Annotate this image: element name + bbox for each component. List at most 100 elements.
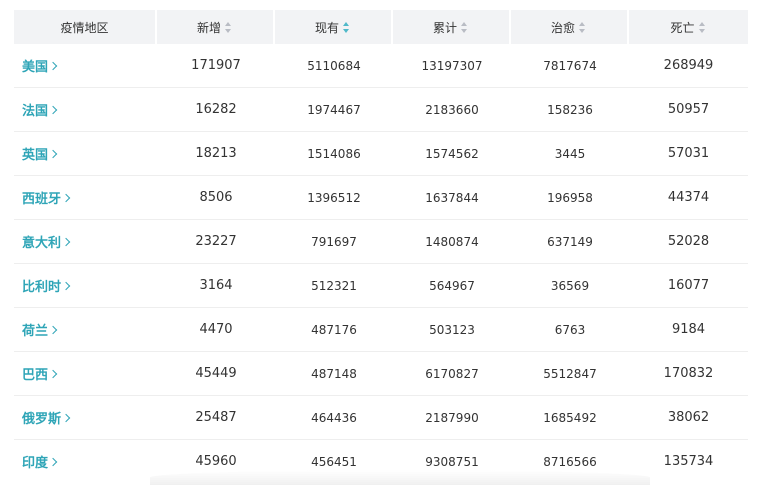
column-header-label: 疫情地区 [60,20,109,35]
column-header-0: 疫情地区 [14,10,157,44]
region-link[interactable]: 美国 [22,60,58,75]
chevron-right-icon [48,61,58,71]
cell-new: 18213 [157,132,275,176]
column-header-1[interactable]: 新增 [157,10,275,44]
cell-deaths: 170832 [629,352,748,396]
region-link[interactable]: 西班牙 [22,192,71,207]
sort-caret-icon[interactable] [343,21,351,34]
cell-total: 1480874 [393,220,511,264]
column-header-2[interactable]: 现有 [275,10,393,44]
table-row: 美国 171907 5110684 13197307 7817674 268949 [14,44,748,88]
region-link[interactable]: 意大利 [22,236,71,251]
cell-new: 45449 [157,352,275,396]
table-row: 意大利 23227 791697 1480874 637149 52028 [14,220,748,264]
region-link[interactable]: 法国 [22,104,58,119]
cell-total: 1637844 [393,176,511,220]
region-name: 意大利 [22,236,62,251]
cell-new: 25487 [157,396,275,440]
epidemic-table: 疫情地区 新增 现有 累计 治愈 死亡 美国 171907 5110684 13197307 78… [14,10,748,483]
region-name: 西班牙 [22,192,62,207]
cell-region: 法国 [14,88,157,132]
cell-cured: 637149 [511,220,629,264]
chevron-right-icon [48,325,58,335]
cell-cured: 158236 [511,88,629,132]
cell-region: 英国 [14,132,157,176]
region-name: 俄罗斯 [22,412,62,427]
column-header-4[interactable]: 治愈 [511,10,629,44]
table-header: 疫情地区 新增 现有 累计 治愈 死亡 [14,10,748,44]
cell-total: 6170827 [393,352,511,396]
cell-cured: 6763 [511,308,629,352]
region-link[interactable]: 俄罗斯 [22,412,71,427]
cell-region: 比利时 [14,264,157,308]
cell-deaths: 268949 [629,44,748,88]
cell-cured: 3445 [511,132,629,176]
epidemic-table-container: 疫情地区 新增 现有 累计 治愈 死亡 美国 171907 5110684 13197307 78… [14,10,748,483]
region-link[interactable]: 英国 [22,148,58,163]
column-header-label: 死亡 [670,20,695,35]
region-name: 美国 [22,60,49,75]
cell-current: 464436 [275,396,393,440]
column-header-label: 治愈 [550,20,575,35]
chevron-right-icon [48,369,58,379]
column-header-5[interactable]: 死亡 [629,10,748,44]
cell-current: 1514086 [275,132,393,176]
cell-region: 巴西 [14,352,157,396]
cell-total: 503123 [393,308,511,352]
cell-deaths: 135734 [663,454,714,469]
cell-deaths: 50957 [629,88,748,132]
cell-total: 2187990 [393,396,511,440]
cell-new: 16282 [157,88,275,132]
cell-current: 487148 [275,352,393,396]
region-link[interactable]: 荷兰 [22,324,58,339]
column-header-label: 新增 [196,20,221,35]
cell-cured: 7817674 [511,44,629,88]
region-link[interactable]: 比利时 [22,280,71,295]
cell-current: 791697 [275,220,393,264]
chevron-right-icon [48,457,58,467]
table-row: 荷兰 4470 487176 503123 6763 9184 [14,308,748,352]
cell-current: 512321 [275,264,393,308]
chevron-right-icon [48,149,58,159]
cell-deaths: 9184 [629,308,748,352]
table-row: 俄罗斯 25487 464436 2187990 1685492 38062 [14,396,748,440]
sort-caret-icon[interactable] [461,21,469,34]
table-row: 比利时 3164 512321 564967 36569 16077 [14,264,748,308]
region-link[interactable]: 巴西 [22,368,58,383]
cell-new: 4470 [157,308,275,352]
table-row: 印度 45960 456451 9308751 8716566 135734 [14,440,748,483]
cell-new: 45960 [195,454,237,469]
sort-caret-icon[interactable] [579,21,587,34]
chevron-right-icon [61,193,71,203]
column-header-3[interactable]: 累计 [393,10,511,44]
region-link[interactable]: 印度 [22,456,58,471]
table-body: 美国 171907 5110684 13197307 7817674 268949 法国 16… [14,44,748,483]
column-header-label: 现有 [314,20,339,35]
cell-new: 23227 [157,220,275,264]
cell-deaths: 52028 [629,220,748,264]
chevron-right-icon [61,413,71,423]
cell-deaths: 38062 [629,396,748,440]
cell-cured: 196958 [511,176,629,220]
cell-deaths: 16077 [629,264,748,308]
cell-deaths: 57031 [629,132,748,176]
table-row: 西班牙 8506 1396512 1637844 196958 44374 [14,176,748,220]
cell-total: 1574562 [393,132,511,176]
cell-region: 印度 [14,440,157,483]
cell-cured: 5512847 [511,352,629,396]
cell-current: 487176 [275,308,393,352]
region-name: 巴西 [22,368,49,383]
region-name: 印度 [22,456,49,471]
sort-caret-icon[interactable] [225,21,233,34]
cell-total: 564967 [393,264,511,308]
cell-region: 意大利 [14,220,157,264]
chevron-right-icon [61,281,71,291]
cell-region: 美国 [14,44,157,88]
column-header-label: 累计 [432,20,457,35]
cell-new: 8506 [157,176,275,220]
region-name: 英国 [22,148,49,163]
table-row: 巴西 45449 487148 6170827 5512847 170832 [14,352,748,396]
sort-caret-icon[interactable] [698,21,707,34]
cell-current: 456451 [311,454,357,469]
cell-cured: 1685492 [511,396,629,440]
